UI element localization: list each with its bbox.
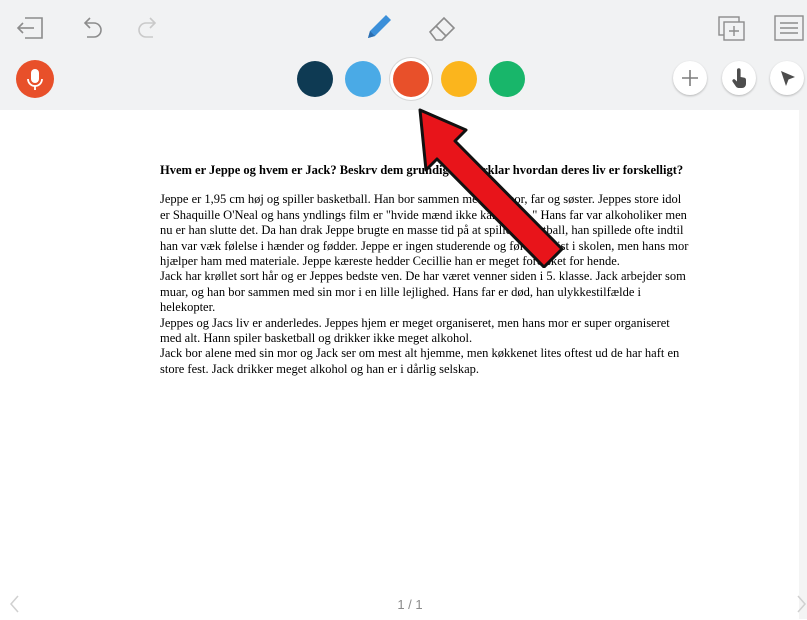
whiteboard-app: Hvem er Jeppe og hvem er Jack? Beskrv de…: [0, 0, 807, 619]
add-button[interactable]: [673, 61, 707, 95]
exit-icon[interactable]: [15, 15, 45, 41]
pages-icon[interactable]: [772, 13, 806, 43]
select-tool-button[interactable]: [770, 61, 804, 95]
color-swatch-light-blue[interactable]: [345, 61, 381, 97]
cursor-arrow-icon: [781, 71, 795, 86]
paragraph-difference: Jeppes og Jacs liv er anderledes. Jeppes…: [160, 315, 670, 346]
microphone-icon: [27, 69, 43, 90]
color-swatch-navy[interactable]: [297, 61, 333, 97]
undo-icon[interactable]: [78, 15, 104, 41]
paragraph-jack: Jack har krøllet sort hår og er Jeppes b…: [160, 269, 686, 315]
plus-icon: [682, 70, 698, 86]
next-page-icon[interactable]: [795, 593, 807, 620]
hand-pointer-icon: [732, 68, 747, 88]
assignment-question: Hvem er Jeppe og hvem er Jack? Beskrv de…: [160, 163, 684, 177]
eraser-icon[interactable]: [426, 12, 460, 44]
previous-page-icon[interactable]: [8, 593, 22, 620]
page-counter: 1 / 1: [397, 597, 423, 612]
paragraph-jeppe: Jeppe er 1,95 cm høj og spiller basketba…: [160, 192, 689, 269]
color-swatch-green[interactable]: [489, 61, 525, 97]
toolbar: [0, 0, 807, 110]
document-text: Hvem er Jeppe og hvem er Jack? Beskrv de…: [160, 163, 690, 377]
color-swatch-yellow[interactable]: [441, 61, 477, 97]
paragraph-jack-home: Jack bor alene med sin mor og Jack ser o…: [160, 346, 680, 376]
pencil-icon[interactable]: [362, 10, 396, 44]
redo-icon[interactable]: [136, 15, 162, 41]
add-page-icon[interactable]: [716, 13, 748, 43]
color-swatch-orange-red[interactable]: [393, 61, 429, 97]
hand-tool-button[interactable]: [722, 61, 756, 95]
page-edge: [799, 110, 807, 619]
microphone-button[interactable]: [16, 60, 54, 98]
